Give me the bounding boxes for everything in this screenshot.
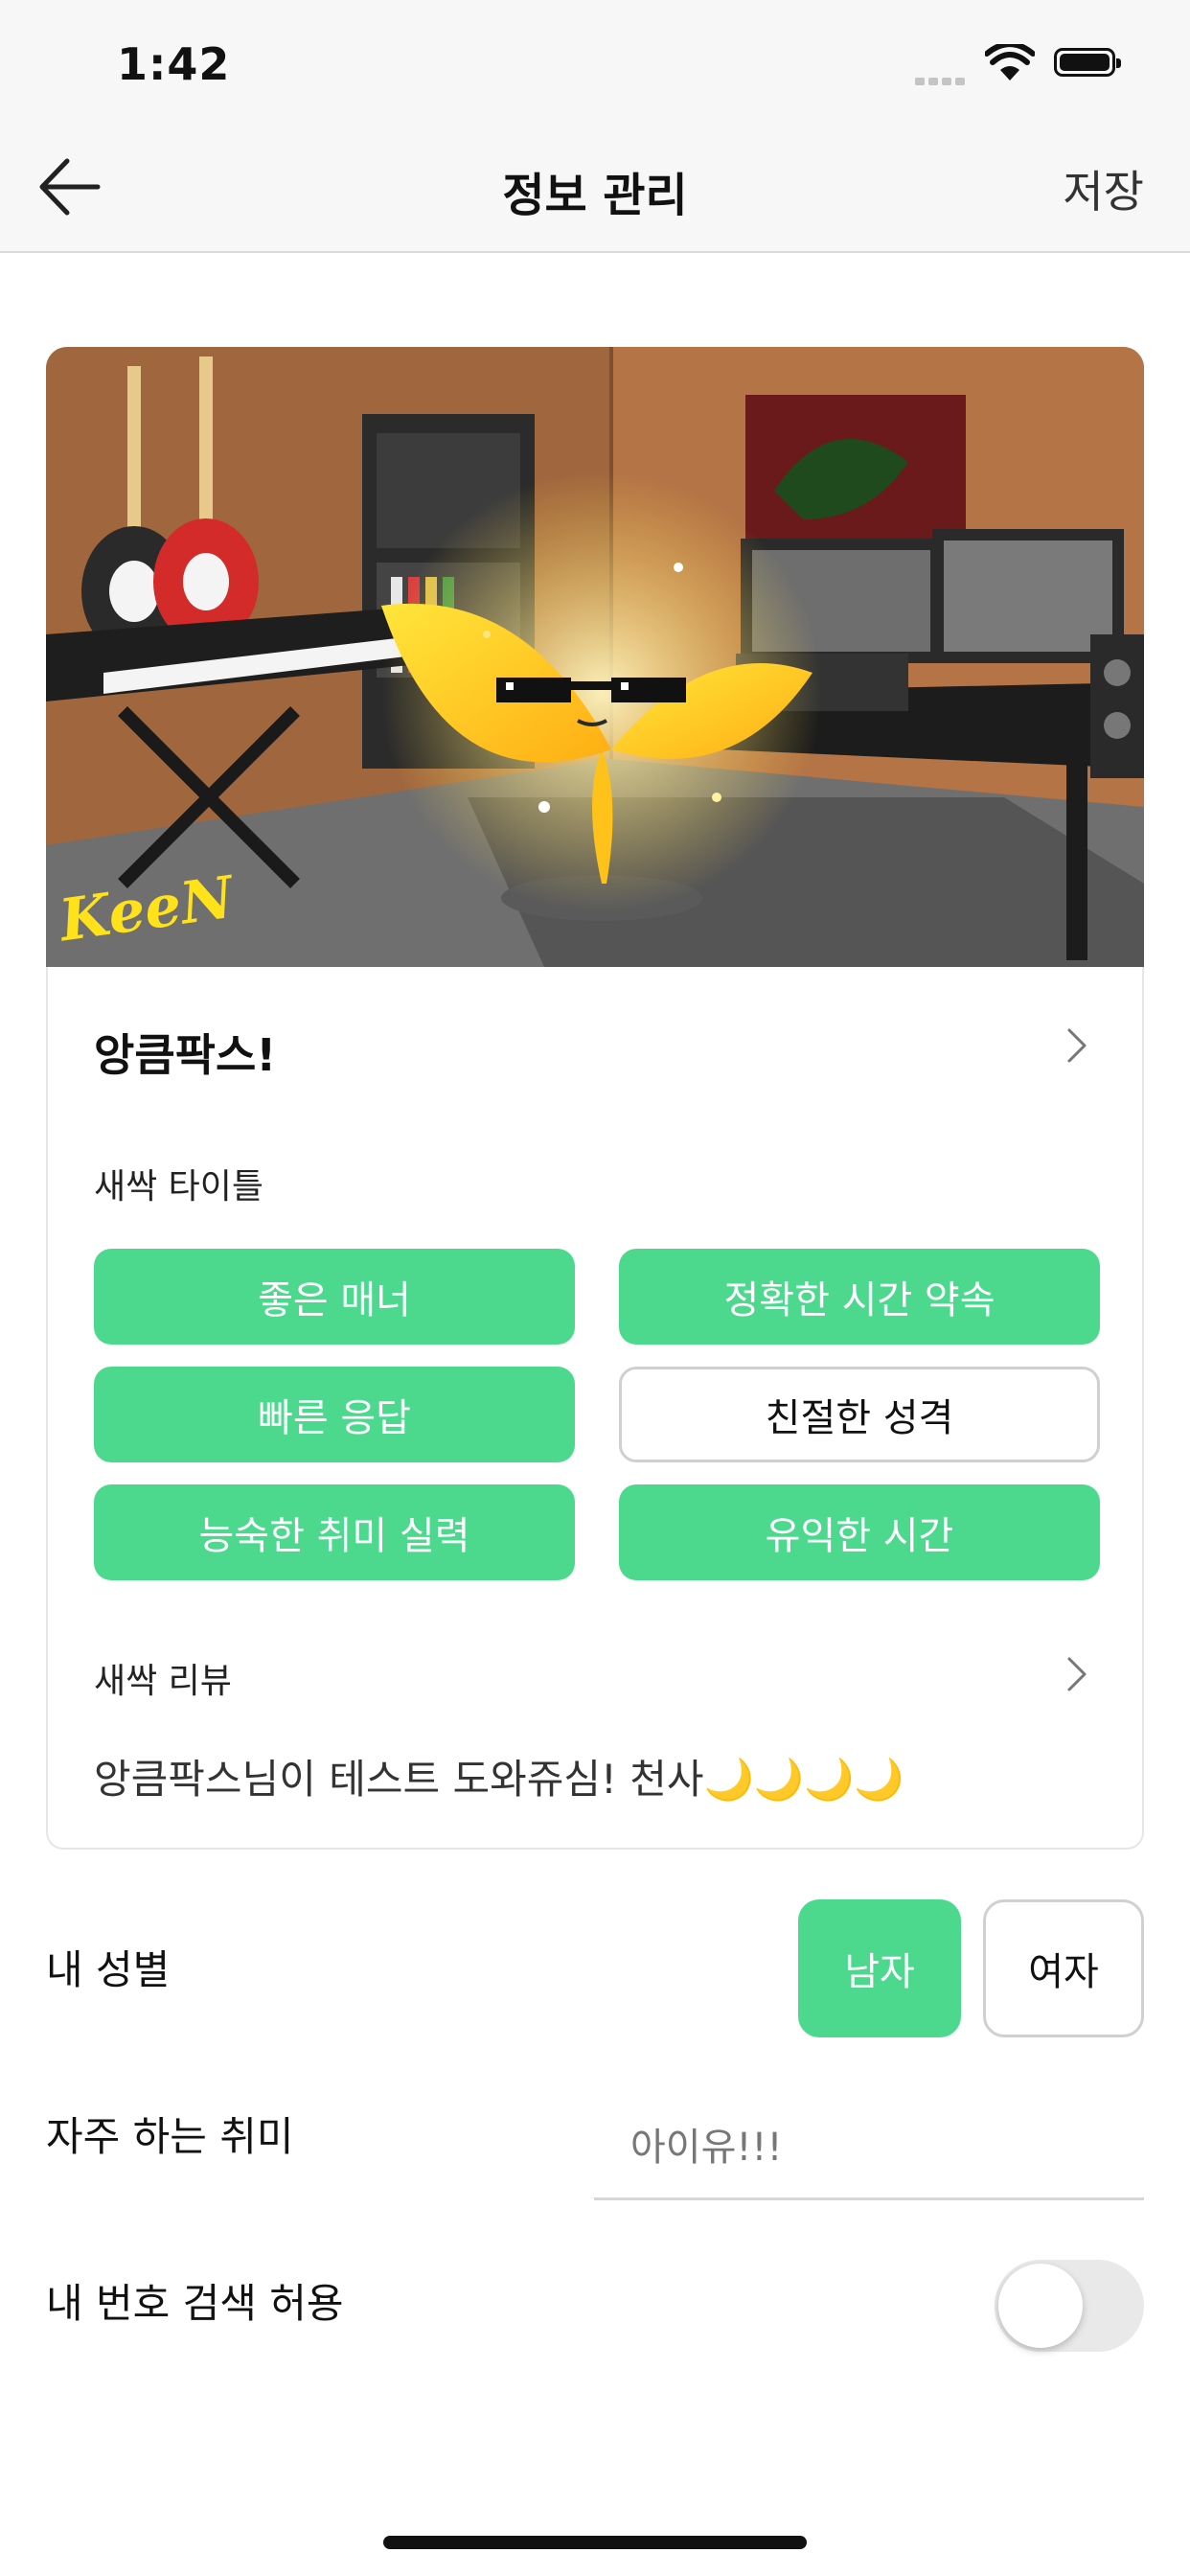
tag-punctual[interactable]: 정확한 시간 약속 (619, 1249, 1100, 1345)
expand-chevron-icon[interactable] (1065, 1026, 1088, 1069)
tag-skilled-hobby[interactable]: 능숙한 취미 실력 (94, 1484, 575, 1580)
navigation-bar: 정보 관리 저장 (0, 125, 1190, 253)
hobby-input[interactable] (594, 2089, 1144, 2200)
gender-label: 내 성별 (46, 1946, 171, 1993)
hobby-label: 자주 하는 취미 (46, 2113, 294, 2160)
wifi-icon (984, 41, 1036, 86)
gender-female-button[interactable]: 여자 (983, 1899, 1144, 2037)
gender-male-button[interactable]: 남자 (798, 1899, 961, 2037)
phone-search-label: 내 번호 검색 허용 (46, 2280, 344, 2327)
save-button[interactable]: 저장 (1063, 157, 1144, 220)
home-indicator (383, 2536, 807, 2549)
sprout-review-label: 새싹 리뷰 (94, 1662, 232, 1701)
sprout-title-label: 새싹 타이틀 (94, 1167, 264, 1207)
review-text: 앙큼팍스님이 테스트 도와쥬심! 천사🌙🌙🌙🌙 (94, 1756, 904, 1803)
status-time: 1:42 (117, 38, 231, 90)
tag-fast-response[interactable]: 빠른 응답 (94, 1367, 575, 1462)
tag-good-manners[interactable]: 좋은 매너 (94, 1249, 575, 1345)
profile-banner-image: KeeN (46, 347, 1144, 967)
review-chevron-icon[interactable] (1065, 1655, 1088, 1697)
toggle-knob (998, 2264, 1083, 2348)
page-title: 정보 관리 (502, 169, 688, 222)
cellular-signal-icon (915, 71, 969, 89)
profile-card: 앙큼팍스! 새싹 타이틀 좋은 매너 정확한 시간 약속 빠른 응답 친절한 성… (46, 967, 1144, 1850)
profile-nickname: 앙큼팍스! (94, 1029, 277, 1081)
phone-search-toggle[interactable] (995, 2260, 1144, 2352)
battery-icon (1054, 48, 1121, 77)
status-bar: 1:42 (0, 0, 1190, 125)
tag-kind-personality[interactable]: 친절한 성격 (619, 1367, 1100, 1462)
tag-useful-time[interactable]: 유익한 시간 (619, 1484, 1100, 1580)
